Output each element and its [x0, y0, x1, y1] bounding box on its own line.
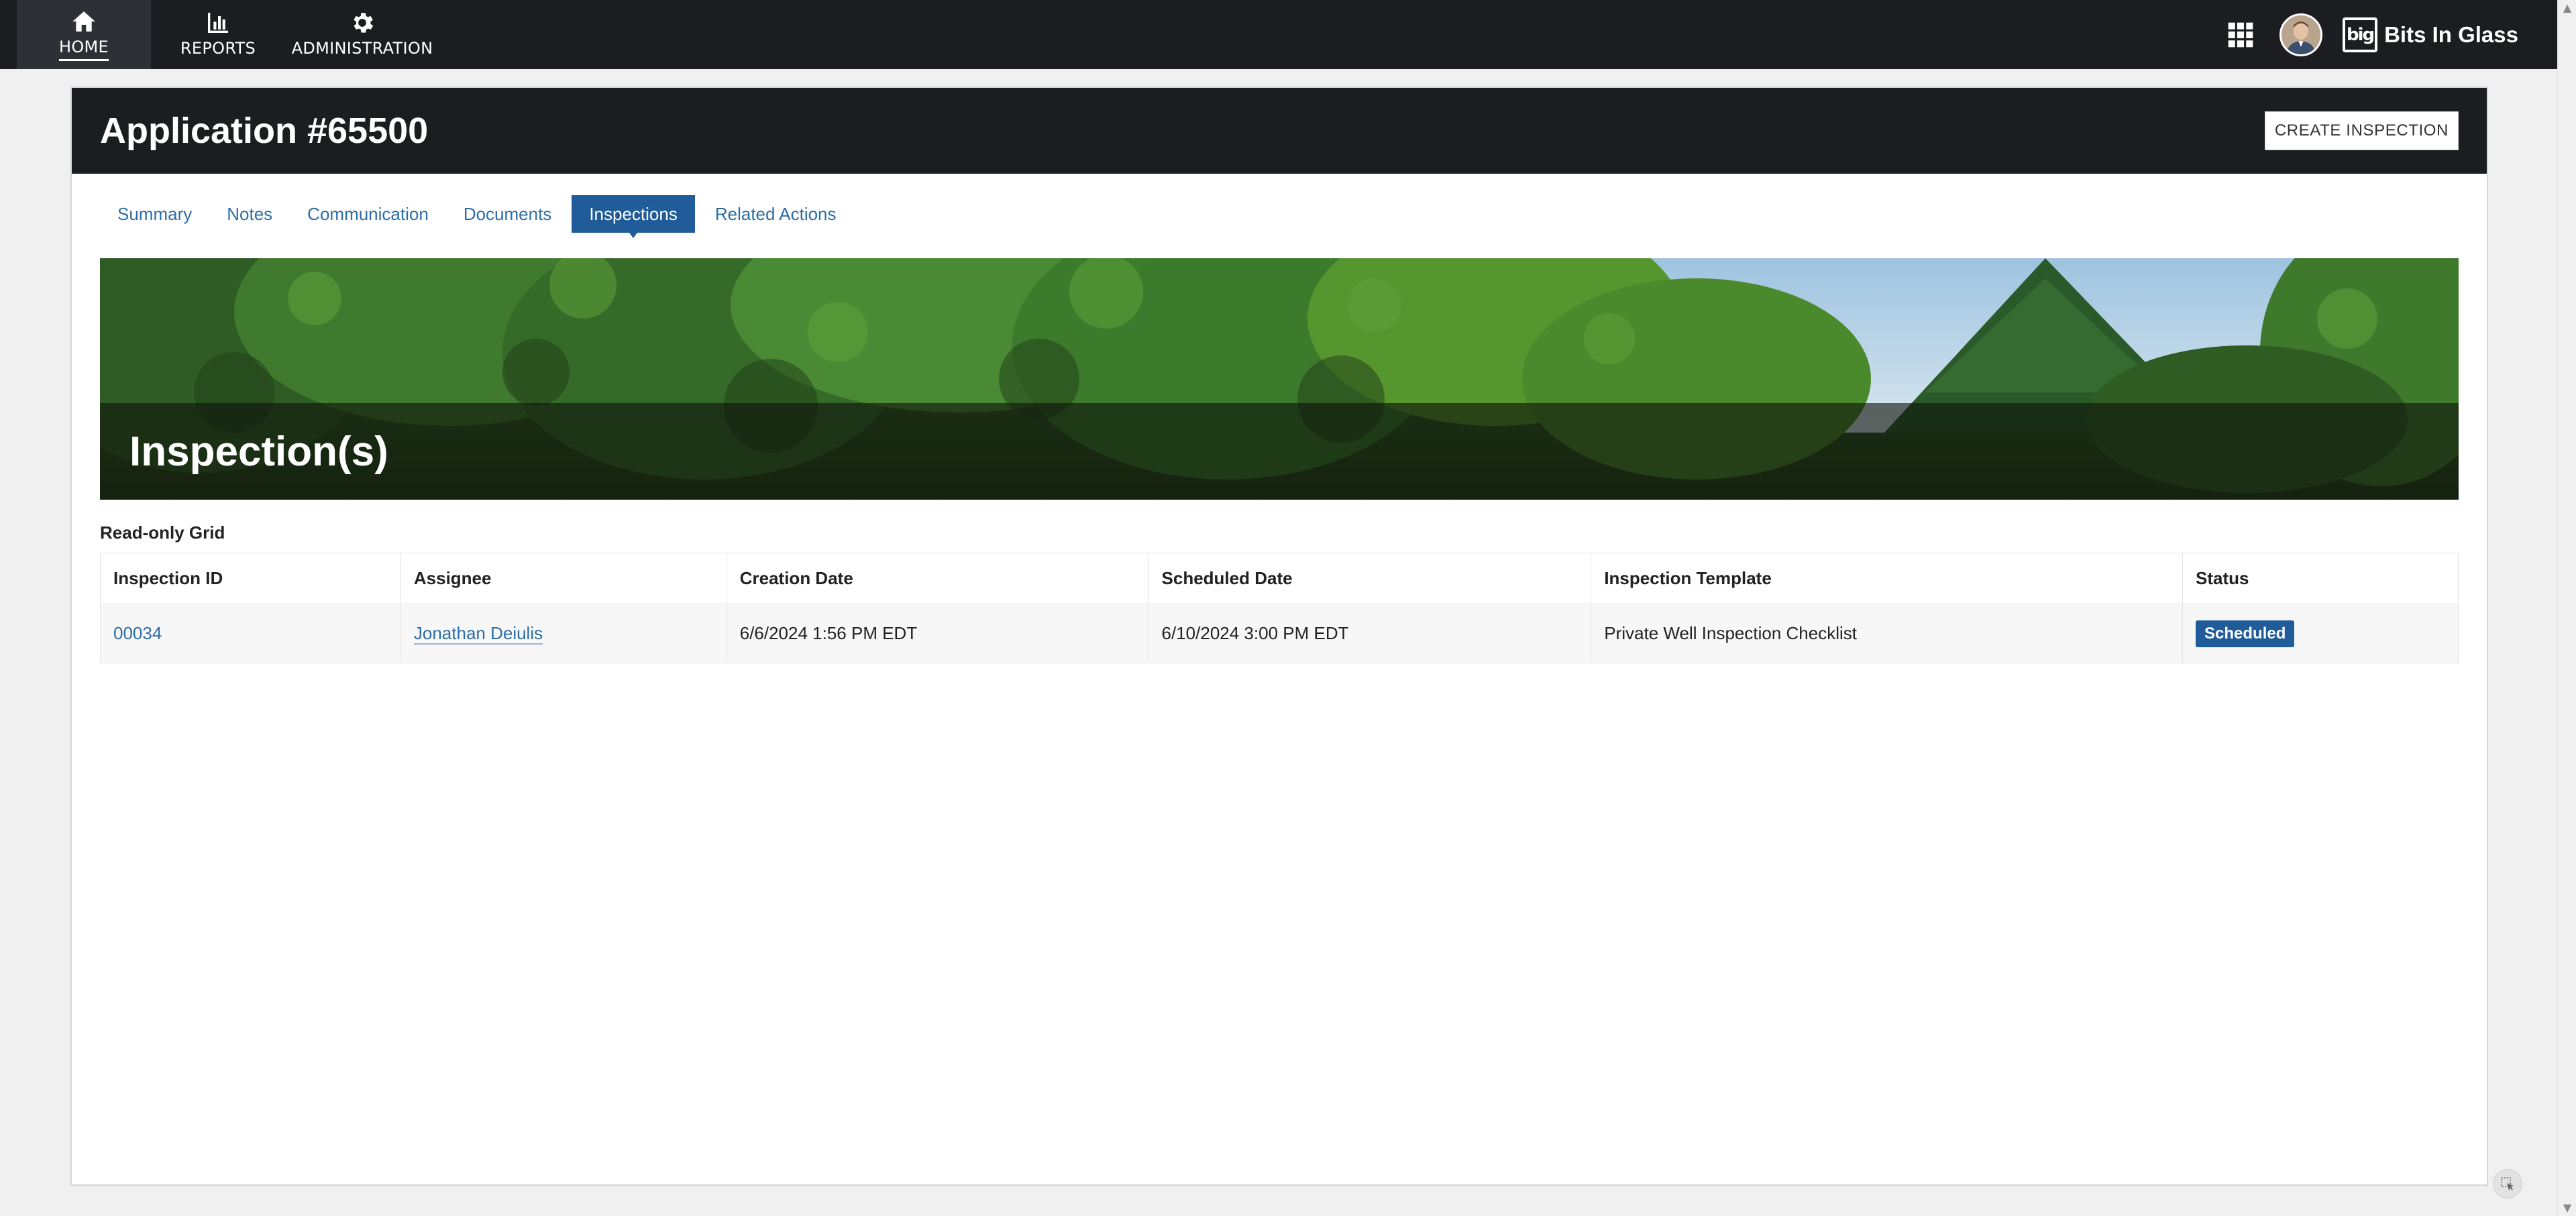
brand-name: Bits In Glass [2384, 21, 2518, 47]
tab-related-actions[interactable]: Related Actions [698, 195, 854, 233]
cell-assignee: Jonathan Deiulis [400, 604, 727, 663]
assist-button[interactable] [2493, 1169, 2522, 1199]
scroll-down-icon[interactable]: ▼ [2562, 1203, 2573, 1213]
column-header-creation-date: Creation Date [726, 553, 1149, 604]
tab-communication[interactable]: Communication [290, 195, 446, 233]
create-inspection-button[interactable]: CREATE INSPECTION [2264, 111, 2459, 150]
page-title: Application #65500 [100, 111, 429, 151]
tab-documents[interactable]: Documents [446, 195, 570, 233]
cell-scheduled-date: 6/10/2024 3:00 PM EDT [1148, 604, 1592, 663]
nav-home[interactable]: HOME [17, 0, 151, 69]
nav-home-label: HOME [58, 38, 109, 61]
column-header-assignee: Assignee [400, 553, 727, 604]
assignee-link[interactable]: Jonathan Deiulis [413, 623, 543, 645]
bar-chart-icon [208, 12, 228, 33]
tab-inspections[interactable]: Inspections [572, 195, 695, 238]
avatar-portrait-icon [2282, 15, 2321, 54]
nav-reports[interactable]: REPORTS [151, 0, 285, 69]
page-scrollbar[interactable]: ▲ ▼ [2557, 0, 2576, 1216]
cell-inspection-template: Private Well Inspection Checklist [1591, 604, 2184, 663]
nav-administration-label: ADMINISTRATION [291, 38, 433, 58]
scroll-up-icon[interactable]: ▲ [2562, 3, 2573, 13]
tab-notes[interactable]: Notes [209, 195, 290, 233]
nav-right-area: big Bits In Glass [2226, 0, 2557, 69]
banner-title: Inspection(s) [129, 428, 388, 475]
cell-inspection-id: 00034 [100, 604, 401, 663]
tab-bar: Summary Notes Communication Documents In… [72, 195, 2487, 238]
table-row: 00034 Jonathan Deiulis 6/6/2024 1:56 PM … [100, 604, 2459, 663]
user-avatar[interactable] [2279, 13, 2323, 56]
grid-caption: Read-only Grid [100, 522, 225, 543]
inspections-table: Inspection ID Assignee Creation Date Sch… [100, 553, 2459, 663]
nav-reports-label: REPORTS [180, 38, 256, 58]
top-navigation: HOME REPORTS ADMINISTRATION big Bits In … [0, 0, 2557, 69]
banner-title-strip: Inspection(s) [100, 403, 2459, 500]
table-header-row: Inspection ID Assignee Creation Date Sch… [100, 553, 2459, 604]
column-header-inspection-template: Inspection Template [1591, 553, 2184, 604]
card-header: Application #65500 CREATE INSPECTION [72, 88, 2487, 174]
cell-status: Scheduled [2182, 604, 2459, 663]
column-header-inspection-id: Inspection ID [100, 553, 401, 604]
gear-icon [354, 12, 374, 33]
status-badge: Scheduled [2196, 620, 2295, 647]
nav-administration[interactable]: ADMINISTRATION [285, 0, 439, 69]
inspection-id-link[interactable]: 00034 [113, 623, 162, 643]
column-header-status: Status [2182, 553, 2459, 604]
home-icon [72, 11, 95, 32]
tab-summary[interactable]: Summary [100, 195, 209, 233]
cell-creation-date: 6/6/2024 1:56 PM EDT [726, 604, 1149, 663]
app-grid-icon[interactable] [2226, 20, 2255, 50]
brand-mark: big [2343, 17, 2378, 52]
application-card: Application #65500 CREATE INSPECTION Sum… [70, 87, 2488, 1186]
pointer-select-icon [2501, 1177, 2514, 1191]
column-header-scheduled-date: Scheduled Date [1148, 553, 1592, 604]
inspections-banner: Inspection(s) [100, 258, 2459, 500]
brand-logo[interactable]: big Bits In Glass [2343, 17, 2518, 52]
